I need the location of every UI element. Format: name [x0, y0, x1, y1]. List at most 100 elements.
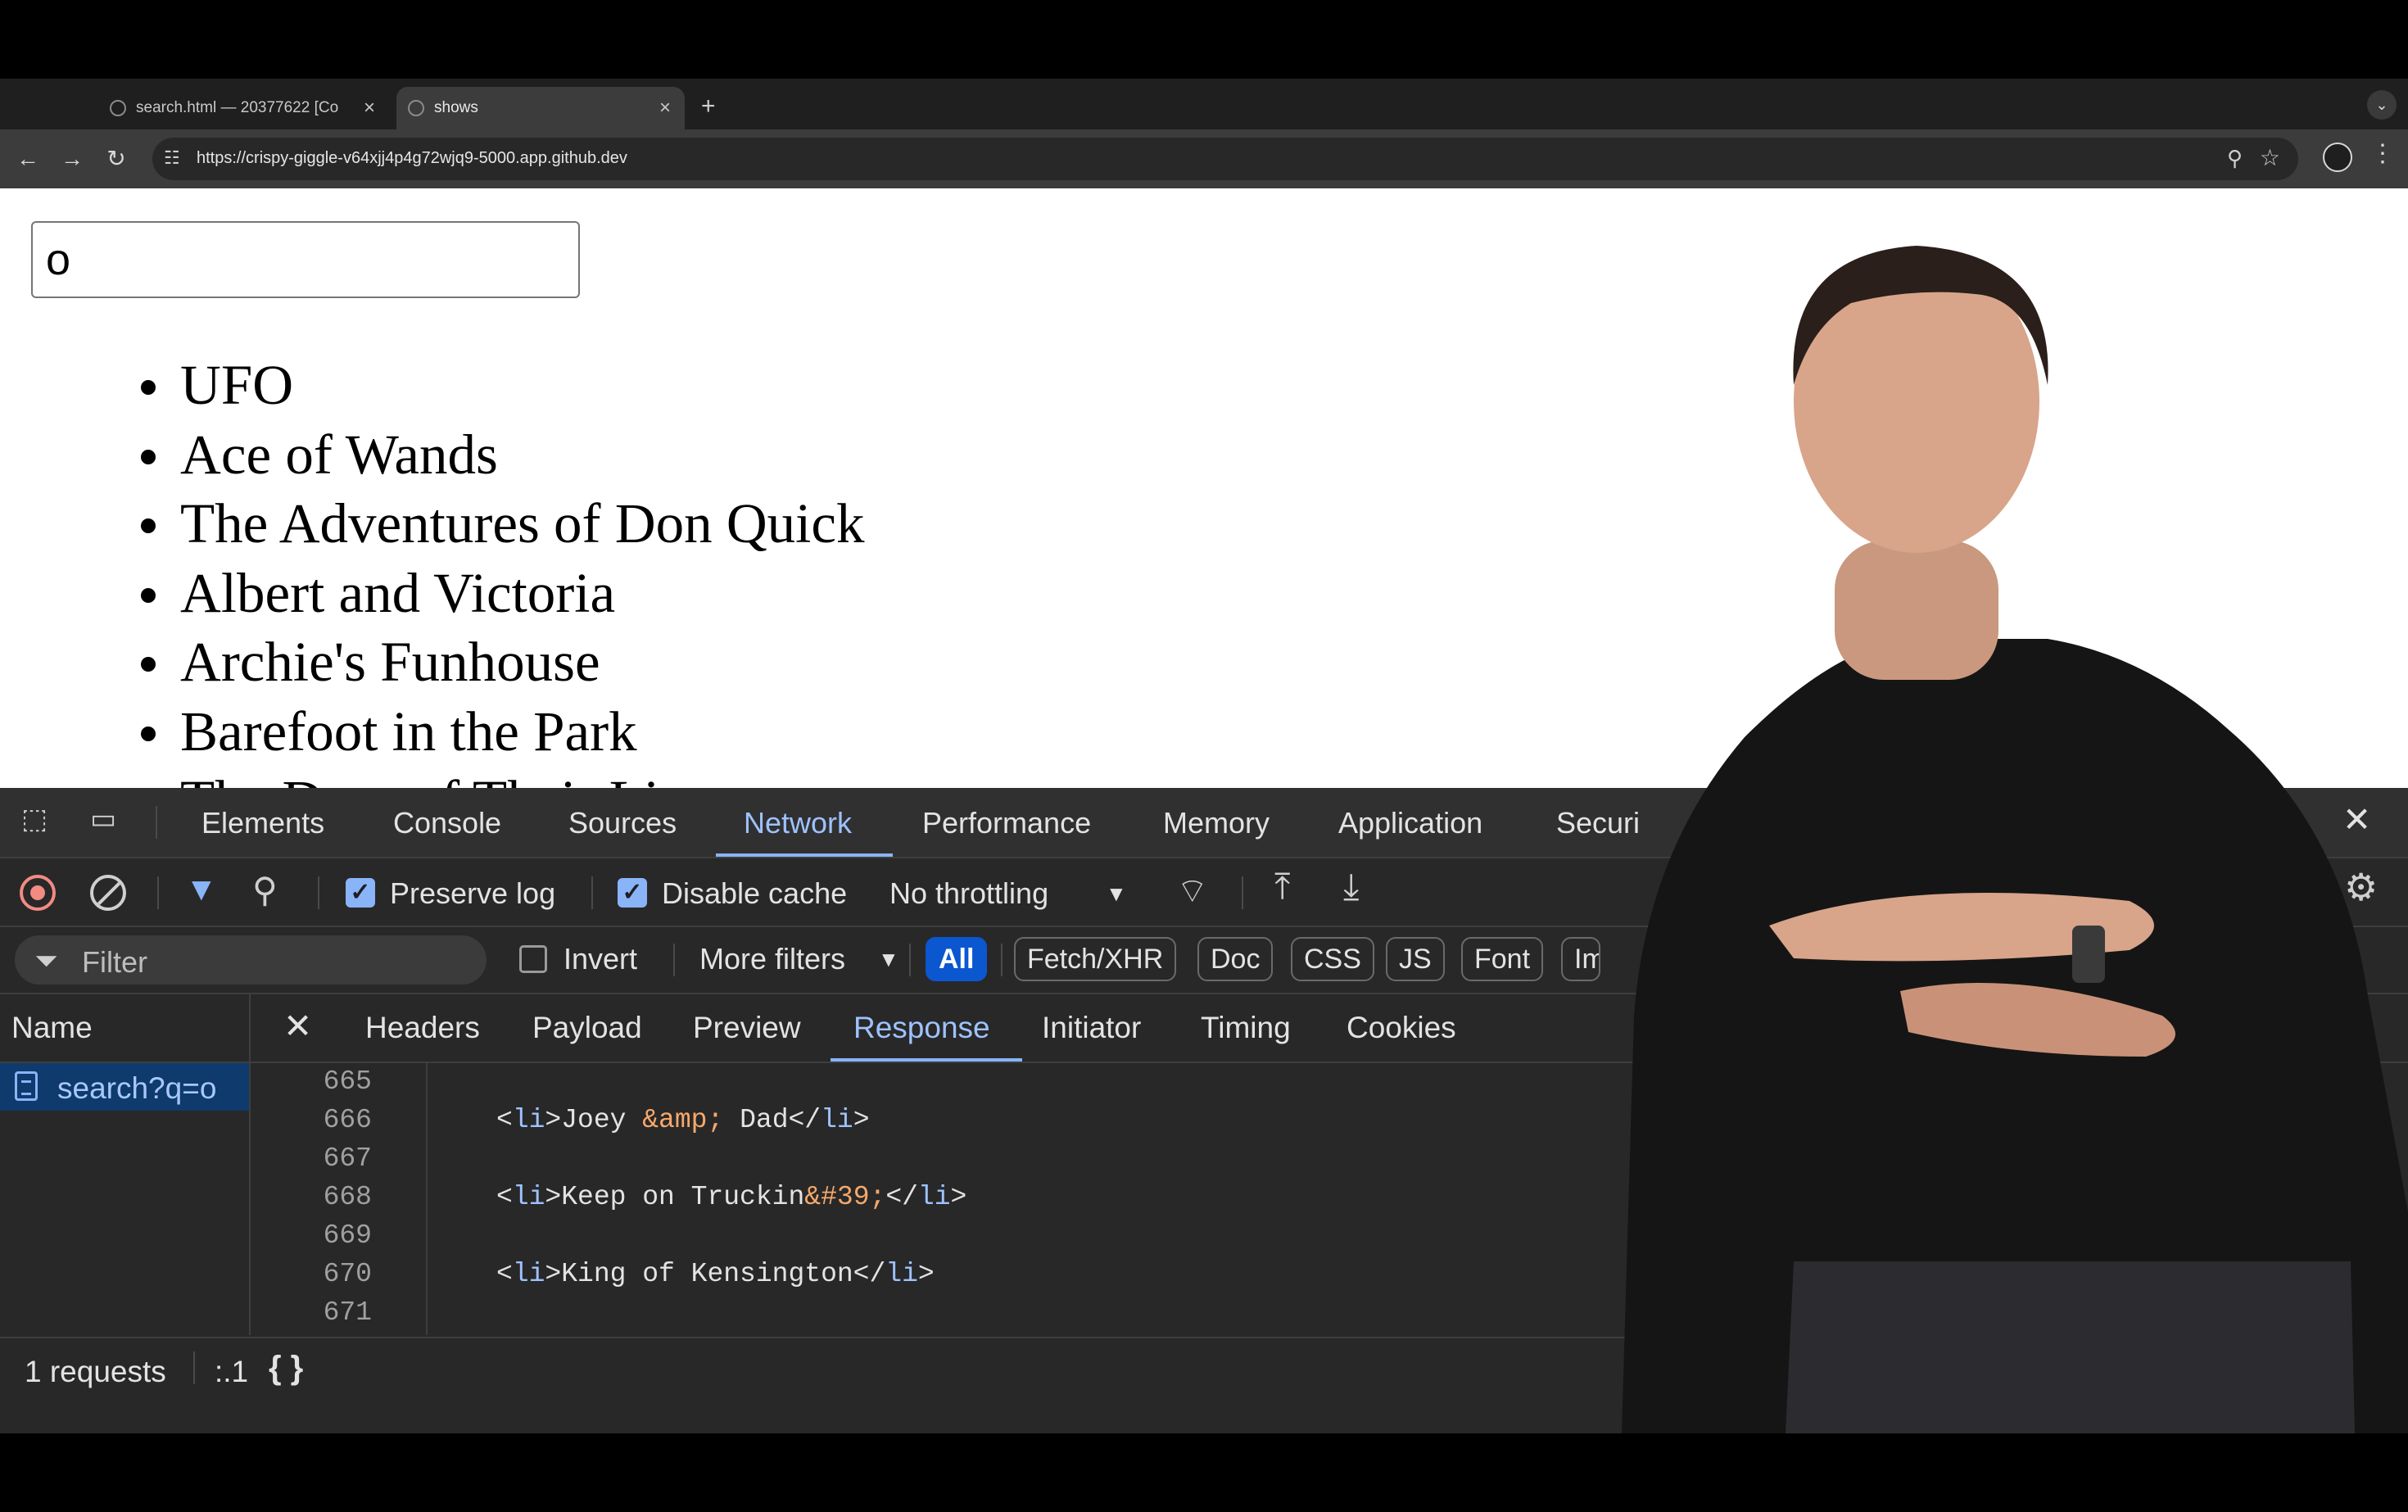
import-har-icon[interactable]: ⤒ [1274, 867, 1290, 908]
code-line: <li>The Lost Islands</li> [496, 1333, 902, 1335]
name-column-header[interactable]: Name [0, 994, 249, 1063]
browser-menu-kebab-icon[interactable]: ⋮ [2370, 139, 2395, 168]
more-filters-caret-icon[interactable]: ▼ [878, 947, 899, 972]
filter-type-doc[interactable]: Doc [1197, 937, 1274, 981]
invert-checkbox[interactable] [519, 945, 547, 973]
clear-icon[interactable] [90, 875, 126, 911]
divider [193, 1351, 195, 1384]
tab-network[interactable]: Network [744, 806, 852, 840]
divider [156, 806, 157, 839]
address-bar[interactable]: ☷ https://crispy-giggle-v64xjj4p4g72wjq9… [152, 138, 2298, 180]
profile-avatar-icon[interactable] [2323, 143, 2352, 172]
tab-response[interactable]: Response [853, 1011, 990, 1045]
network-conditions-icon[interactable]: ⌔ [1176, 870, 1208, 913]
filter-type-font[interactable]: Font [1461, 937, 1544, 981]
tab-search-chevron-icon[interactable]: ⌄ [2367, 90, 2397, 120]
reload-icon[interactable]: ↻ [100, 143, 133, 175]
request-row[interactable]: search?q=o [0, 1063, 249, 1111]
device-toolbar-icon[interactable]: ▭ [90, 803, 116, 835]
invert-label: Invert [564, 942, 638, 976]
preserve-log-label: Preserve log [390, 876, 556, 910]
filter-funnel-icon[interactable]: ▼ [185, 871, 218, 908]
line-number: 671 [323, 1297, 372, 1328]
close-tab-icon[interactable]: × [654, 97, 677, 120]
filter-type-all[interactable]: All [926, 937, 988, 981]
tab-cookies[interactable]: Cookies [1347, 1011, 1456, 1045]
close-detail-icon[interactable]: ✕ [283, 1006, 312, 1046]
filter-input[interactable]: ⏷ Filter [15, 935, 487, 985]
tab-preview[interactable]: Preview [693, 1011, 801, 1045]
preserve-log-checkbox[interactable]: ✓ [346, 878, 375, 908]
inspect-element-icon[interactable]: ⬚ [21, 803, 48, 835]
tab-sources[interactable]: Sources [568, 806, 677, 840]
site-settings-icon[interactable]: ☷ [164, 147, 180, 169]
browser-toolbar: ← → ↻ ☷ https://crispy-giggle-v64xjj4p4g… [0, 129, 2408, 188]
filter-type-fetch-xhr[interactable]: Fetch/XHR [1014, 937, 1177, 981]
throttling-select[interactable]: No throttling [889, 876, 1048, 911]
browser-tab-title: search.html — 20377622 [Co [136, 99, 339, 116]
request-name[interactable]: search?q=o [57, 1071, 216, 1106]
tab-console[interactable]: Console [393, 806, 501, 840]
search-input[interactable] [31, 221, 580, 298]
zoom-icon[interactable]: ⚲ [2227, 146, 2243, 171]
tab-timing[interactable]: Timing [1201, 1011, 1291, 1045]
screen: search.html — 20377622 [Co × shows × + ⌄… [0, 0, 2408, 1512]
active-tab-indicator [716, 853, 893, 857]
list-item: The Adventures of Don Quick [140, 489, 864, 559]
divider [673, 944, 675, 976]
request-list: Name search?q=o [0, 994, 251, 1335]
line-number-gutter: 665 666 667 668 669 670 671 672 [251, 1063, 428, 1335]
tab-payload[interactable]: Payload [532, 1011, 642, 1045]
line-number: 668 [323, 1182, 372, 1212]
close-tab-icon[interactable]: × [358, 97, 381, 120]
tab-memory[interactable]: Memory [1163, 806, 1270, 840]
divider [909, 944, 911, 976]
list-item: Albert and Victoria [140, 559, 864, 628]
tab-headers[interactable]: Headers [365, 1011, 480, 1045]
code-line: <li>King of Kensington</li> [496, 1259, 935, 1289]
record-icon[interactable] [20, 875, 56, 911]
request-count: 1 requests [25, 1355, 166, 1388]
github-favicon-icon [110, 100, 126, 116]
tab-application[interactable]: Application [1338, 806, 1482, 840]
tab-elements[interactable]: Elements [201, 806, 324, 840]
export-har-icon[interactable]: ⤓ [1343, 867, 1359, 908]
list-item: The Days of Their Lives [180, 766, 864, 788]
new-tab-plus-icon[interactable]: + [701, 93, 716, 120]
filter-placeholder: Filter [82, 945, 147, 979]
forward-arrow-icon[interactable]: → [56, 143, 88, 175]
presenter-video-overlay [1622, 246, 2408, 1433]
browser-tab-title: shows [434, 99, 478, 116]
address-url[interactable]: https://crispy-giggle-v64xjj4p4g72wjq9-5… [197, 149, 627, 168]
line-number: 665 [323, 1066, 372, 1097]
back-arrow-icon[interactable]: ← [11, 143, 44, 175]
line-number: 672 [251, 1333, 372, 1335]
browser-tab-search-html[interactable]: search.html — 20377622 [Co × [98, 87, 389, 129]
pretty-print-button[interactable]: { } [269, 1350, 303, 1387]
browser-tab-shows[interactable]: shows × [396, 87, 685, 129]
active-detail-tab-indicator [831, 1058, 1022, 1062]
throttling-caret-icon[interactable]: ▼ [1106, 881, 1127, 907]
tab-performance[interactable]: Performance [922, 806, 1091, 840]
more-filters-button[interactable]: More filters [699, 942, 845, 976]
list-item: Archie's Funhouse [140, 627, 864, 697]
disable-cache-checkbox[interactable]: ✓ [618, 878, 647, 908]
filter-type-css[interactable]: CSS [1291, 937, 1374, 981]
disable-cache-label: Disable cache [662, 876, 848, 910]
document-icon [15, 1071, 38, 1101]
line-number: 666 [323, 1105, 372, 1135]
search-icon[interactable]: ⚲ [252, 870, 278, 910]
bookmark-star-icon[interactable]: ☆ [2260, 144, 2280, 171]
browser-tab-strip: search.html — 20377622 [Co × shows × + ⌄ [0, 79, 2408, 129]
line-number: 667 [323, 1143, 372, 1174]
divider [157, 876, 159, 909]
globe-favicon-icon [408, 100, 424, 116]
name-header-label: Name [11, 1011, 93, 1044]
tab-initiator[interactable]: Initiator [1042, 1011, 1141, 1045]
list-item: Barefoot in the Park [140, 697, 864, 767]
shows-list: UFO Ace of Wands The Adventures of Don Q… [140, 351, 864, 788]
divider [591, 876, 593, 909]
line-number: 669 [323, 1220, 372, 1251]
code-line: <li>Joey &amp; Dad</li> [496, 1105, 870, 1135]
filter-type-js[interactable]: JS [1386, 937, 1445, 981]
